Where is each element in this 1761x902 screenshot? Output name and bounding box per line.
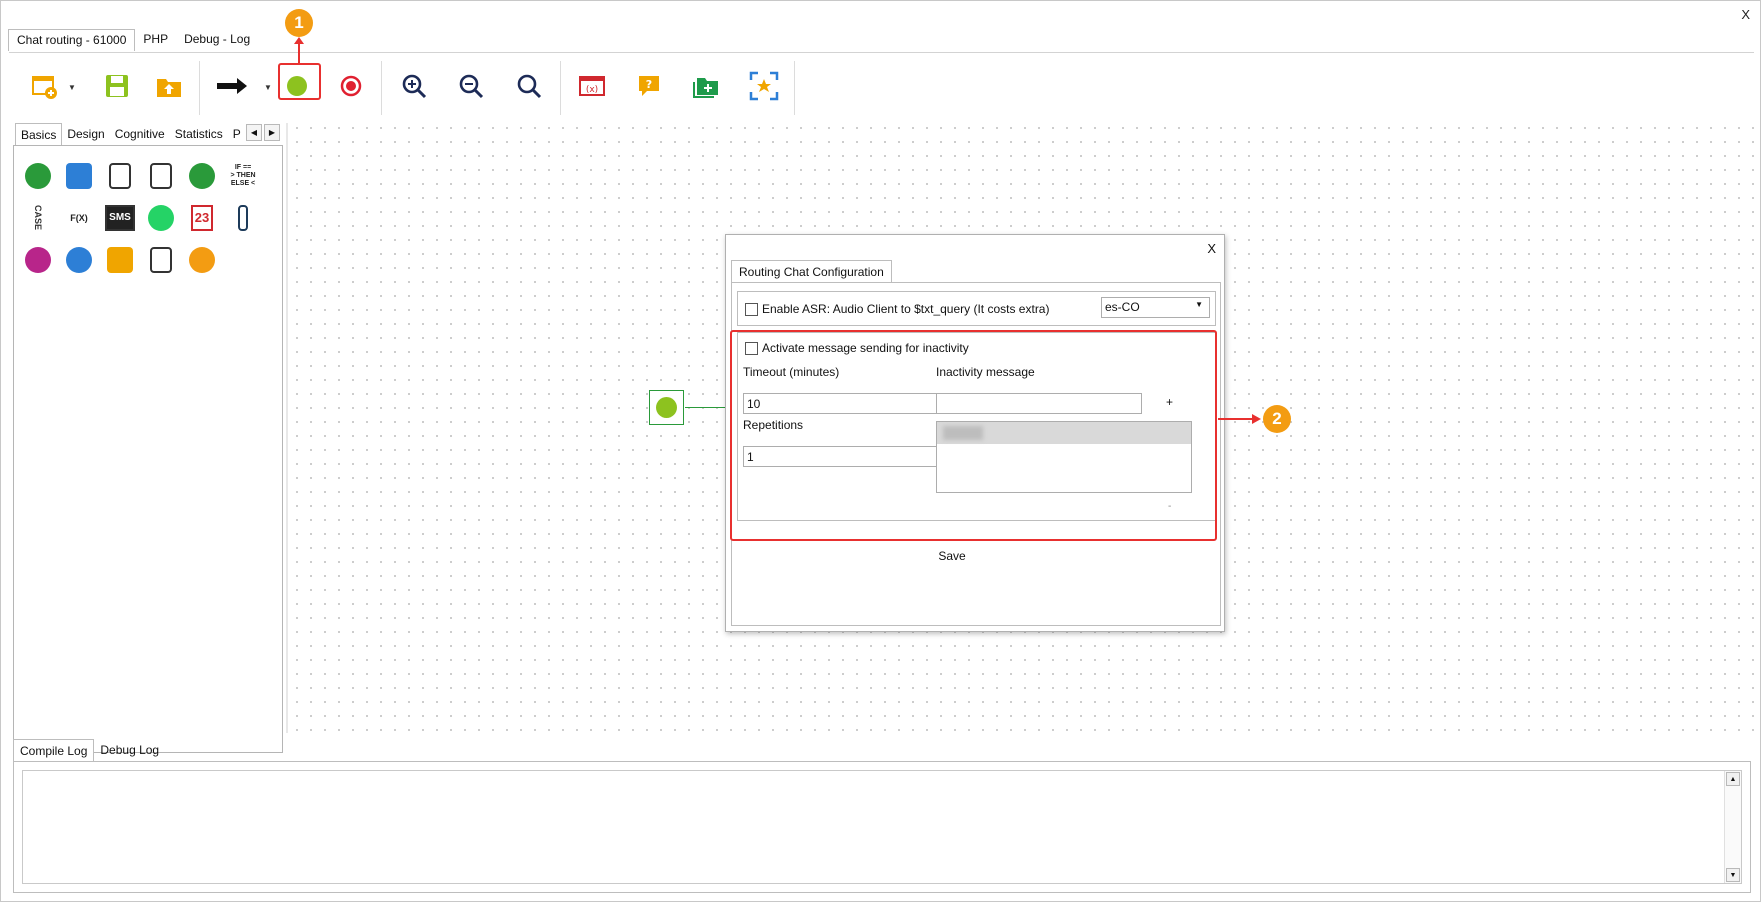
log-scrollbar[interactable]: ▲ ▼	[1724, 771, 1741, 883]
zoom-in-button[interactable]	[394, 67, 434, 105]
new-flow-button[interactable]	[24, 67, 64, 105]
palette-tabs: Basics Design Cognitive Statistics P	[15, 123, 273, 145]
save-button[interactable]	[97, 67, 137, 105]
log-tabs: Compile Log Debug Log	[13, 739, 165, 761]
magnifier-icon	[517, 74, 542, 99]
annotation-arrow-right-icon	[1218, 414, 1261, 424]
alarm-clock-icon[interactable]	[63, 244, 95, 276]
annotation-badge-2: 2	[1263, 405, 1291, 433]
highlight-start-button	[278, 63, 321, 100]
toolbar: ▼ ▼ (x) ?	[9, 52, 1754, 120]
globe-icon[interactable]	[22, 244, 54, 276]
speaker-icon[interactable]	[63, 160, 95, 192]
percent-calc-icon[interactable]	[145, 160, 177, 192]
folder-upload-icon	[157, 79, 181, 97]
fit-screen-icon	[749, 71, 779, 101]
zoom-reset-button[interactable]	[509, 67, 549, 105]
chat-message-icon[interactable]	[22, 160, 54, 192]
asr-label: Enable ASR: Audio Client to $txt_query (…	[762, 302, 1050, 316]
dialog-close-button[interactable]: X	[1207, 241, 1216, 256]
toolbar-separator	[199, 61, 200, 115]
trophy-icon[interactable]	[104, 244, 136, 276]
highlight-inactivity-group	[730, 330, 1217, 541]
folder-add-icon	[693, 78, 718, 98]
svg-text:(x): (x)	[586, 85, 598, 95]
new-flow-dropdown[interactable]: ▼	[68, 83, 76, 92]
scroll-down-icon[interactable]: ▼	[1726, 868, 1740, 882]
arrow-right-icon	[217, 78, 247, 94]
asr-checkbox-row[interactable]: Enable ASR: Audio Client to $txt_query (…	[745, 302, 1049, 316]
zoom-out-icon	[459, 74, 484, 99]
scroll-up-icon[interactable]: ▲	[1726, 772, 1740, 786]
toolbar-separator	[381, 61, 382, 115]
tab-chat-routing[interactable]: Chat routing - 61000	[8, 29, 136, 51]
palette-body: IF == > THEN ELSE < CASE F(X) SMS 23	[13, 145, 283, 753]
language-select[interactable]: es-CO ▼	[1101, 297, 1210, 318]
log-panel: ▲ ▼	[13, 761, 1751, 893]
zoom-out-button[interactable]	[451, 67, 491, 105]
whatsapp-icon[interactable]	[145, 202, 177, 234]
tab-basics[interactable]: Basics	[15, 123, 63, 145]
tab-statistics[interactable]: Statistics	[170, 123, 228, 145]
alert-timer-icon[interactable]	[186, 244, 218, 276]
tab-overflow[interactable]: P	[228, 123, 242, 145]
if-then-else-icon[interactable]: IF == > THEN ELSE <	[227, 160, 259, 192]
start-node[interactable]	[649, 390, 684, 425]
fit-screen-button[interactable]	[744, 67, 784, 105]
annotation-badge-1: 1	[285, 9, 313, 37]
end-node-button[interactable]	[331, 67, 371, 105]
tab-debug-log[interactable]: Debug - Log	[176, 29, 258, 51]
start-node-dot	[656, 397, 677, 418]
variables-button[interactable]: (x)	[572, 67, 612, 105]
math-operators-icon[interactable]	[104, 160, 136, 192]
help-button[interactable]: ?	[629, 67, 669, 105]
component-palette: Basics Design Cognitive Statistics P ◀ ▶…	[13, 123, 283, 753]
annotation-arrow-up-icon	[294, 37, 304, 63]
tab-scroll-left-button[interactable]: ◀	[246, 124, 262, 141]
tab-debug-log-bottom[interactable]: Debug Log	[94, 739, 165, 761]
new-document-icon	[32, 76, 57, 99]
tab-scroll-right-button[interactable]: ▶	[264, 124, 280, 141]
send-icon[interactable]	[145, 244, 177, 276]
connector-dropdown[interactable]: ▼	[264, 83, 272, 92]
web-service-icon[interactable]	[186, 160, 218, 192]
add-folder-button[interactable]	[686, 67, 726, 105]
window-close-button[interactable]: X	[1741, 7, 1750, 22]
tab-php[interactable]: PHP	[135, 29, 176, 51]
svg-text:?: ?	[646, 78, 652, 91]
toolbar-separator	[560, 61, 561, 115]
question-bubble-icon: ?	[639, 76, 659, 96]
tab-compile-log[interactable]: Compile Log	[13, 739, 95, 761]
document-tabs: Chat routing - 61000 PHP Debug - Log	[8, 29, 258, 51]
attachment-icon[interactable]	[227, 202, 259, 234]
panel-splitter[interactable]	[286, 123, 288, 733]
tab-design[interactable]: Design	[62, 123, 109, 145]
record-stop-icon	[340, 75, 362, 97]
zoom-in-icon	[402, 74, 427, 99]
tab-routing-chat-config[interactable]: Routing Chat Configuration	[731, 260, 892, 282]
toolbar-separator	[794, 61, 795, 115]
save-config-button[interactable]: Save	[912, 545, 992, 567]
function-icon[interactable]: F(X)	[63, 202, 95, 234]
app-window: X Chat routing - 61000 PHP Debug - Log ▼…	[0, 0, 1761, 902]
log-output[interactable]: ▲ ▼	[22, 770, 1742, 884]
upload-button[interactable]	[149, 67, 189, 105]
calendar-icon[interactable]: 23	[186, 202, 218, 234]
chevron-down-icon: ▼	[1195, 300, 1203, 309]
sms-icon[interactable]: SMS	[104, 202, 136, 234]
connector-line	[685, 407, 726, 408]
language-value: es-CO	[1105, 300, 1140, 314]
asr-checkbox[interactable]	[745, 302, 758, 316]
variables-icon: (x)	[579, 76, 605, 96]
tab-cognitive[interactable]: Cognitive	[110, 123, 170, 145]
save-disk-icon	[106, 75, 128, 97]
case-icon[interactable]: CASE	[22, 202, 54, 234]
connector-button[interactable]	[212, 67, 252, 105]
asr-group: Enable ASR: Audio Client to $txt_query (…	[737, 291, 1216, 326]
